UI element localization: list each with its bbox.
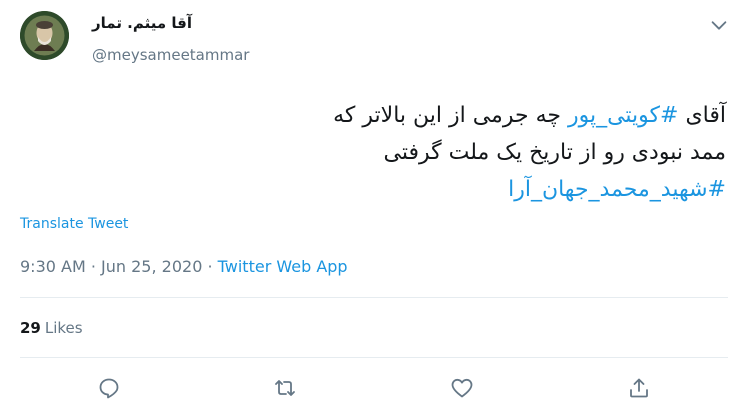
reply-icon[interactable] bbox=[97, 376, 121, 400]
translate-tweet-link[interactable]: Translate Tweet bbox=[20, 216, 128, 232]
hashtag-link[interactable]: #شهید_محمد_جهان_آرا bbox=[508, 177, 726, 202]
tweet-line-1: آقای #کویتی_پور چه جرمی از این بالاتر که bbox=[86, 97, 726, 134]
tweet-text-suffix: چه جرمی از این بالاتر که bbox=[333, 103, 568, 128]
tweet-text: آقای #کویتی_پور چه جرمی از این بالاتر که… bbox=[86, 97, 726, 208]
retweet-icon[interactable] bbox=[273, 376, 297, 400]
tweet-meta: 9:30 AM · Jun 25, 2020 · Twitter Web App bbox=[20, 257, 348, 276]
tweet-source-link[interactable]: Twitter Web App bbox=[218, 257, 348, 276]
tweet-time[interactable]: 9:30 AM bbox=[20, 257, 86, 276]
tweet-line-2: ممد نبودی رو از تاریخ یک ملت گرفتی bbox=[383, 140, 727, 165]
heart-icon[interactable] bbox=[450, 376, 474, 400]
meta-separator: · bbox=[85, 257, 102, 276]
meta-separator: · bbox=[202, 257, 218, 276]
likes-count: 29 bbox=[20, 319, 41, 337]
hashtag-link[interactable]: #کویتی_پور bbox=[568, 103, 678, 128]
divider bbox=[20, 357, 728, 358]
chevron-down-icon[interactable] bbox=[708, 14, 730, 36]
author-display-name[interactable]: آقا میثم. تمار bbox=[92, 14, 192, 32]
avatar[interactable] bbox=[20, 11, 69, 60]
likes-stat[interactable]: 29 Likes bbox=[20, 319, 83, 337]
tweet-line-3: #شهید_محمد_جهان_آرا bbox=[86, 171, 726, 208]
share-icon[interactable] bbox=[627, 376, 651, 400]
likes-label: Likes bbox=[44, 319, 83, 337]
tweet-date[interactable]: Jun 25, 2020 bbox=[101, 257, 202, 276]
divider bbox=[20, 297, 728, 298]
author-handle[interactable]: @meysameetammar bbox=[92, 46, 249, 64]
tweet-text-prefix: آقای bbox=[678, 103, 726, 128]
